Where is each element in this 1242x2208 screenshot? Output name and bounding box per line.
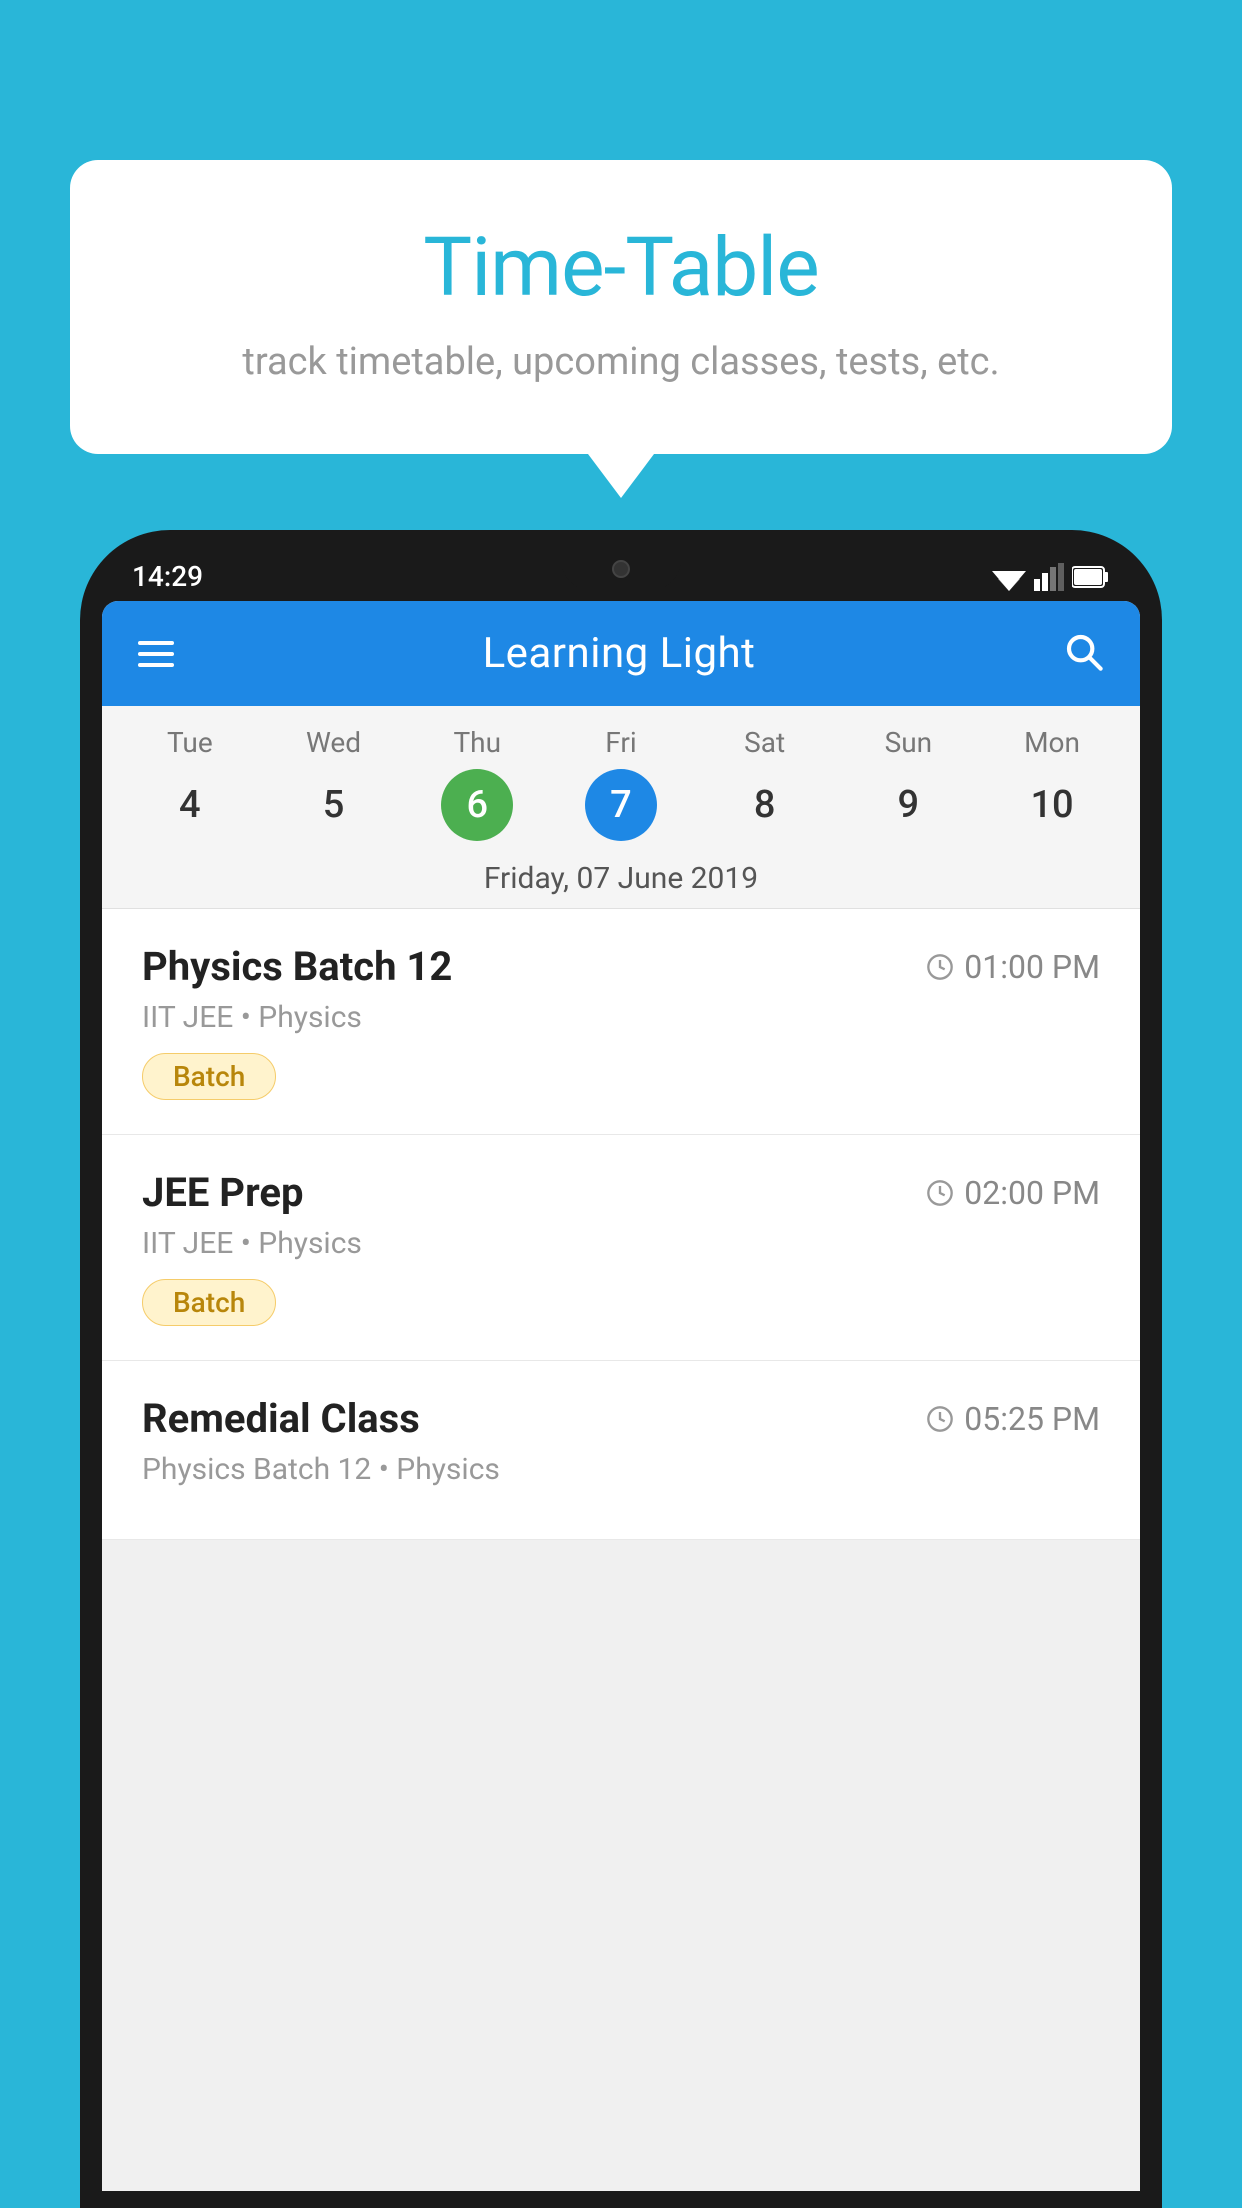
day-col-fri[interactable]: Fri 7 <box>556 726 686 841</box>
search-button[interactable] <box>1064 632 1104 676</box>
day-num-thu: 6 <box>441 769 513 841</box>
day-col-mon[interactable]: Mon 10 <box>987 726 1117 841</box>
status-icons <box>992 563 1110 591</box>
day-name-mon: Mon <box>1024 726 1080 759</box>
speech-bubble-title: Time-Table <box>150 220 1092 316</box>
day-col-wed[interactable]: Wed 5 <box>269 726 399 841</box>
schedule-item-3-sub: Physics Batch 12 • Physics <box>142 1452 1100 1487</box>
schedule-item-2-title: JEE Prep <box>142 1169 303 1216</box>
day-col-thu[interactable]: Thu 6 <box>412 726 542 841</box>
speech-bubble-subtitle: track timetable, upcoming classes, tests… <box>150 340 1092 384</box>
day-num-wed: 5 <box>298 769 370 841</box>
day-num-sun: 9 <box>872 769 944 841</box>
schedule-item-3[interactable]: Remedial Class 05:25 PM Physics Batch 12… <box>102 1361 1140 1540</box>
day-name-thu: Thu <box>453 726 501 759</box>
app-title: Learning Light <box>483 629 756 678</box>
day-num-fri: 7 <box>585 769 657 841</box>
phone-frame: 14:29 <box>80 530 1162 2208</box>
selected-date-label: Friday, 07 June 2019 <box>102 849 1140 909</box>
clock-icon-3 <box>926 1405 954 1433</box>
phone-screen: Learning Light Tue 4 Wed 5 Thu 6 <box>102 601 1140 2191</box>
schedule-item-3-header: Remedial Class 05:25 PM <box>142 1395 1100 1442</box>
signal-icon <box>1034 563 1064 591</box>
phone-notch <box>561 548 681 590</box>
schedule-item-2-tag: Batch <box>142 1279 276 1326</box>
hamburger-menu[interactable] <box>138 641 174 667</box>
speech-bubble-card: Time-Table track timetable, upcoming cla… <box>70 160 1172 454</box>
schedule-item-1-header: Physics Batch 12 01:00 PM <box>142 943 1100 990</box>
battery-icon <box>1072 565 1110 589</box>
schedule-item-1[interactable]: Physics Batch 12 01:00 PM IIT JEE • Phys… <box>102 909 1140 1135</box>
schedule-list: Physics Batch 12 01:00 PM IIT JEE • Phys… <box>102 909 1140 1540</box>
status-bar: 14:29 <box>102 548 1140 601</box>
schedule-item-2-header: JEE Prep 02:00 PM <box>142 1169 1100 1216</box>
day-col-sat[interactable]: Sat 8 <box>700 726 830 841</box>
day-name-wed: Wed <box>306 726 361 759</box>
day-name-tue: Tue <box>167 726 213 759</box>
day-col-tue[interactable]: Tue 4 <box>125 726 255 841</box>
day-name-fri: Fri <box>605 726 636 759</box>
schedule-item-1-time: 01:00 PM <box>926 948 1100 986</box>
schedule-item-1-tag: Batch <box>142 1053 276 1100</box>
clock-icon-1 <box>926 953 954 981</box>
app-toolbar: Learning Light <box>102 601 1140 706</box>
schedule-item-2[interactable]: JEE Prep 02:00 PM IIT JEE • Physics Batc… <box>102 1135 1140 1361</box>
calendar-week: Tue 4 Wed 5 Thu 6 Fri 7 Sat 8 Sun 9 <box>102 706 1140 849</box>
search-icon <box>1064 632 1104 672</box>
schedule-item-2-sub: IIT JEE • Physics <box>142 1226 1100 1261</box>
schedule-item-2-time: 02:00 PM <box>926 1174 1100 1212</box>
schedule-item-1-title: Physics Batch 12 <box>142 943 452 990</box>
clock-icon-2 <box>926 1179 954 1207</box>
schedule-item-3-title: Remedial Class <box>142 1395 420 1442</box>
day-num-tue: 4 <box>154 769 226 841</box>
day-name-sun: Sun <box>885 726 933 759</box>
day-name-sat: Sat <box>744 726 785 759</box>
day-num-mon: 10 <box>1016 769 1088 841</box>
wifi-icon <box>992 563 1026 591</box>
schedule-item-1-sub: IIT JEE • Physics <box>142 1000 1100 1035</box>
day-num-sat: 8 <box>729 769 801 841</box>
schedule-item-3-time: 05:25 PM <box>926 1400 1100 1438</box>
day-col-sun[interactable]: Sun 9 <box>843 726 973 841</box>
status-time: 14:29 <box>132 560 203 593</box>
camera-dot <box>612 560 630 578</box>
